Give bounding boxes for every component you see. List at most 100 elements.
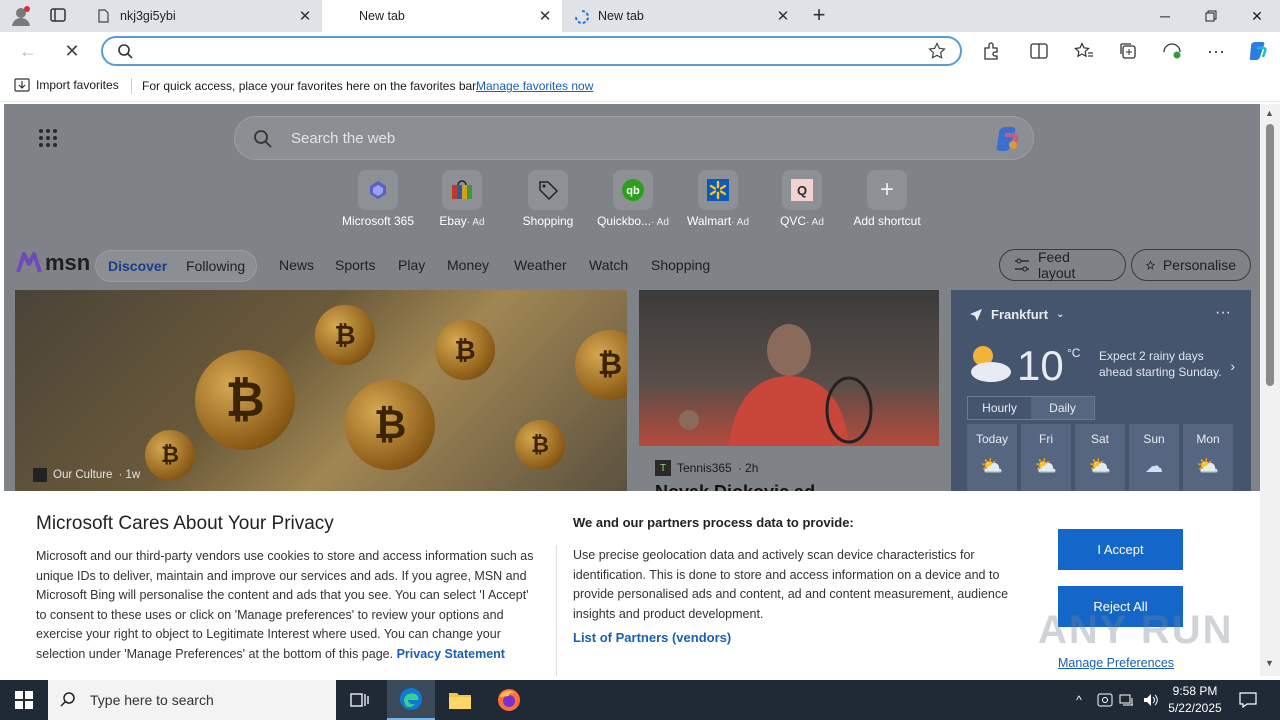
profile-icon[interactable]: [10, 6, 32, 26]
quickbooks-icon: qb: [613, 170, 653, 210]
source-age: · 1w: [118, 469, 141, 481]
msn-logo[interactable]: msn: [16, 250, 90, 276]
taskbar-edge[interactable]: [387, 680, 435, 720]
manage-preferences-link[interactable]: Manage Preferences: [1058, 656, 1174, 670]
close-window-button[interactable]: ✕: [1234, 0, 1280, 32]
shortcut-walmart[interactable]: Walmart· Ad: [678, 170, 758, 228]
shortcut-microsoft-365[interactable]: Microsoft 365: [338, 170, 418, 228]
system-clock[interactable]: 9:58 PM 5/22/2025: [1160, 683, 1230, 717]
close-icon[interactable]: ✕: [538, 8, 552, 25]
personalise-button[interactable]: Personalise: [1131, 249, 1251, 281]
weather-tabs: Hourly Daily: [967, 396, 1095, 420]
nav-shopping[interactable]: Shopping: [651, 257, 710, 273]
nav-weather[interactable]: Weather: [514, 257, 567, 273]
task-view-button[interactable]: [336, 680, 384, 720]
minimize-button[interactable]: ─: [1142, 0, 1188, 32]
taskbar-search-placeholder: Type here to search: [90, 692, 214, 708]
shortcut-shopping[interactable]: Shopping: [508, 170, 588, 228]
search-icon: [117, 43, 133, 62]
tab-daily[interactable]: Daily: [1031, 397, 1094, 419]
favorites-icon[interactable]: [1070, 37, 1098, 65]
volume-icon[interactable]: [1140, 680, 1162, 720]
stop-button[interactable]: ✕: [56, 35, 88, 67]
source-name: Tennis365: [677, 461, 732, 475]
copilot-icon[interactable]: [991, 123, 1023, 155]
tab-following[interactable]: Following: [186, 258, 245, 274]
taskbar-search[interactable]: Type here to search: [48, 680, 336, 720]
privacy-body: Microsoft and our third-party vendors us…: [36, 547, 542, 664]
tab-discover[interactable]: Discover: [108, 258, 167, 274]
forecast-day[interactable]: Today ⛅: [967, 424, 1017, 494]
taskbar-file-explorer[interactable]: [436, 680, 484, 720]
accept-button[interactable]: I Accept: [1058, 529, 1183, 570]
nav-play[interactable]: Play: [398, 257, 425, 273]
restore-button[interactable]: [1188, 0, 1234, 32]
forecast-day[interactable]: Sun ☁: [1129, 424, 1179, 494]
start-button[interactable]: [0, 680, 48, 720]
tab-hourly[interactable]: Hourly: [968, 397, 1031, 419]
partners-link[interactable]: List of Partners (vendors): [573, 630, 731, 645]
shortcut-ebay[interactable]: Ebay· Ad: [422, 170, 502, 228]
close-icon[interactable]: ✕: [298, 8, 312, 25]
favorite-star-icon[interactable]: [928, 42, 946, 63]
divider: [556, 545, 557, 676]
address-bar[interactable]: [101, 36, 962, 66]
split-screen-icon[interactable]: [1025, 37, 1053, 65]
close-icon[interactable]: ✕: [776, 8, 790, 25]
location-name: Frankfurt: [991, 307, 1049, 322]
tab-actions-icon[interactable]: [50, 8, 68, 24]
news-card-tennis[interactable]: T Tennis365 · 2h Novak Djokovic ad: [639, 290, 939, 500]
tab-strip: nkj3gi5ybi ✕ New tab ✕ New tab ✕ + ─ ✕: [0, 0, 1280, 32]
nav-watch[interactable]: Watch: [589, 257, 628, 273]
collections-icon[interactable]: [1114, 37, 1142, 65]
scroll-up-icon[interactable]: ▲: [1265, 108, 1274, 118]
tab-2[interactable]: New tab ✕: [322, 0, 562, 32]
temperature-unit: °C: [1067, 346, 1081, 360]
tray-chevron-icon[interactable]: ^: [1068, 680, 1090, 720]
app-launcher-icon[interactable]: [38, 128, 58, 148]
network-icon[interactable]: [1116, 680, 1138, 720]
scroll-down-icon[interactable]: ▼: [1265, 658, 1274, 668]
extensions-icon[interactable]: [977, 37, 1005, 65]
tab-1[interactable]: nkj3gi5ybi ✕: [84, 0, 322, 32]
tab-3[interactable]: New tab ✕: [562, 0, 800, 32]
forecast-day[interactable]: Mon ⛅: [1183, 424, 1233, 494]
more-menu-icon[interactable]: ···: [1202, 37, 1230, 65]
plus-icon: +: [867, 170, 907, 210]
ebay-icon: [442, 170, 482, 210]
search-icon: [253, 129, 273, 152]
nav-sports[interactable]: Sports: [335, 257, 375, 273]
privacy-text: Microsoft and our third-party vendors us…: [36, 549, 534, 661]
address-input[interactable]: [141, 42, 921, 60]
shortcut-qvc[interactable]: Q QVC· Ad: [762, 170, 842, 228]
nav-news[interactable]: News: [279, 257, 314, 273]
add-shortcut-button[interactable]: + Add shortcut: [847, 170, 927, 228]
more-options-icon[interactable]: ···: [1215, 304, 1231, 322]
scroll-thumb[interactable]: [1266, 124, 1274, 386]
news-card-main[interactable]: ₿ ₿ ₿ ₿ ₿ ₿ ₿ Our Culture · 1w: [15, 290, 627, 500]
copilot-icon[interactable]: [1244, 37, 1272, 65]
feed-layout-button[interactable]: Feed layout: [999, 249, 1126, 281]
import-favorites-button[interactable]: Import favorites: [14, 78, 119, 92]
taskbar-firefox[interactable]: [485, 680, 533, 720]
weather-location[interactable]: Frankfurt ⌄: [969, 307, 1064, 322]
nav-money[interactable]: Money: [447, 257, 489, 273]
forecast-day[interactable]: Sat ⛅: [1075, 424, 1125, 494]
privacy-statement-link[interactable]: Privacy Statement: [397, 647, 505, 661]
partly-sunny-icon: ⛅: [1088, 456, 1112, 476]
shortcut-quickbooks[interactable]: qb Quickbo...· Ad: [593, 170, 673, 228]
manage-favorites-link[interactable]: Manage favorites now: [476, 79, 593, 93]
msn-logo-text: msn: [45, 250, 91, 275]
purposes-title: We and our partners process data to prov…: [573, 515, 854, 530]
back-button[interactable]: ←: [12, 35, 44, 67]
notifications-icon[interactable]: [1234, 680, 1262, 720]
performance-icon[interactable]: [1158, 37, 1186, 65]
forecast-day[interactable]: Fri ⛅: [1021, 424, 1071, 494]
tray-app-icon[interactable]: [1094, 680, 1116, 720]
page-scrollbar[interactable]: ▲ ▼: [1260, 104, 1280, 676]
weather-card[interactable]: Frankfurt ⌄ ··· 10 °C Expect 2 rainy day…: [951, 290, 1251, 500]
rain-cloud-icon: ☁: [1145, 456, 1163, 476]
chevron-right-icon[interactable]: ›: [1230, 358, 1235, 374]
new-tab-button[interactable]: +: [806, 4, 832, 28]
web-search-box[interactable]: Search the web: [234, 116, 1034, 160]
